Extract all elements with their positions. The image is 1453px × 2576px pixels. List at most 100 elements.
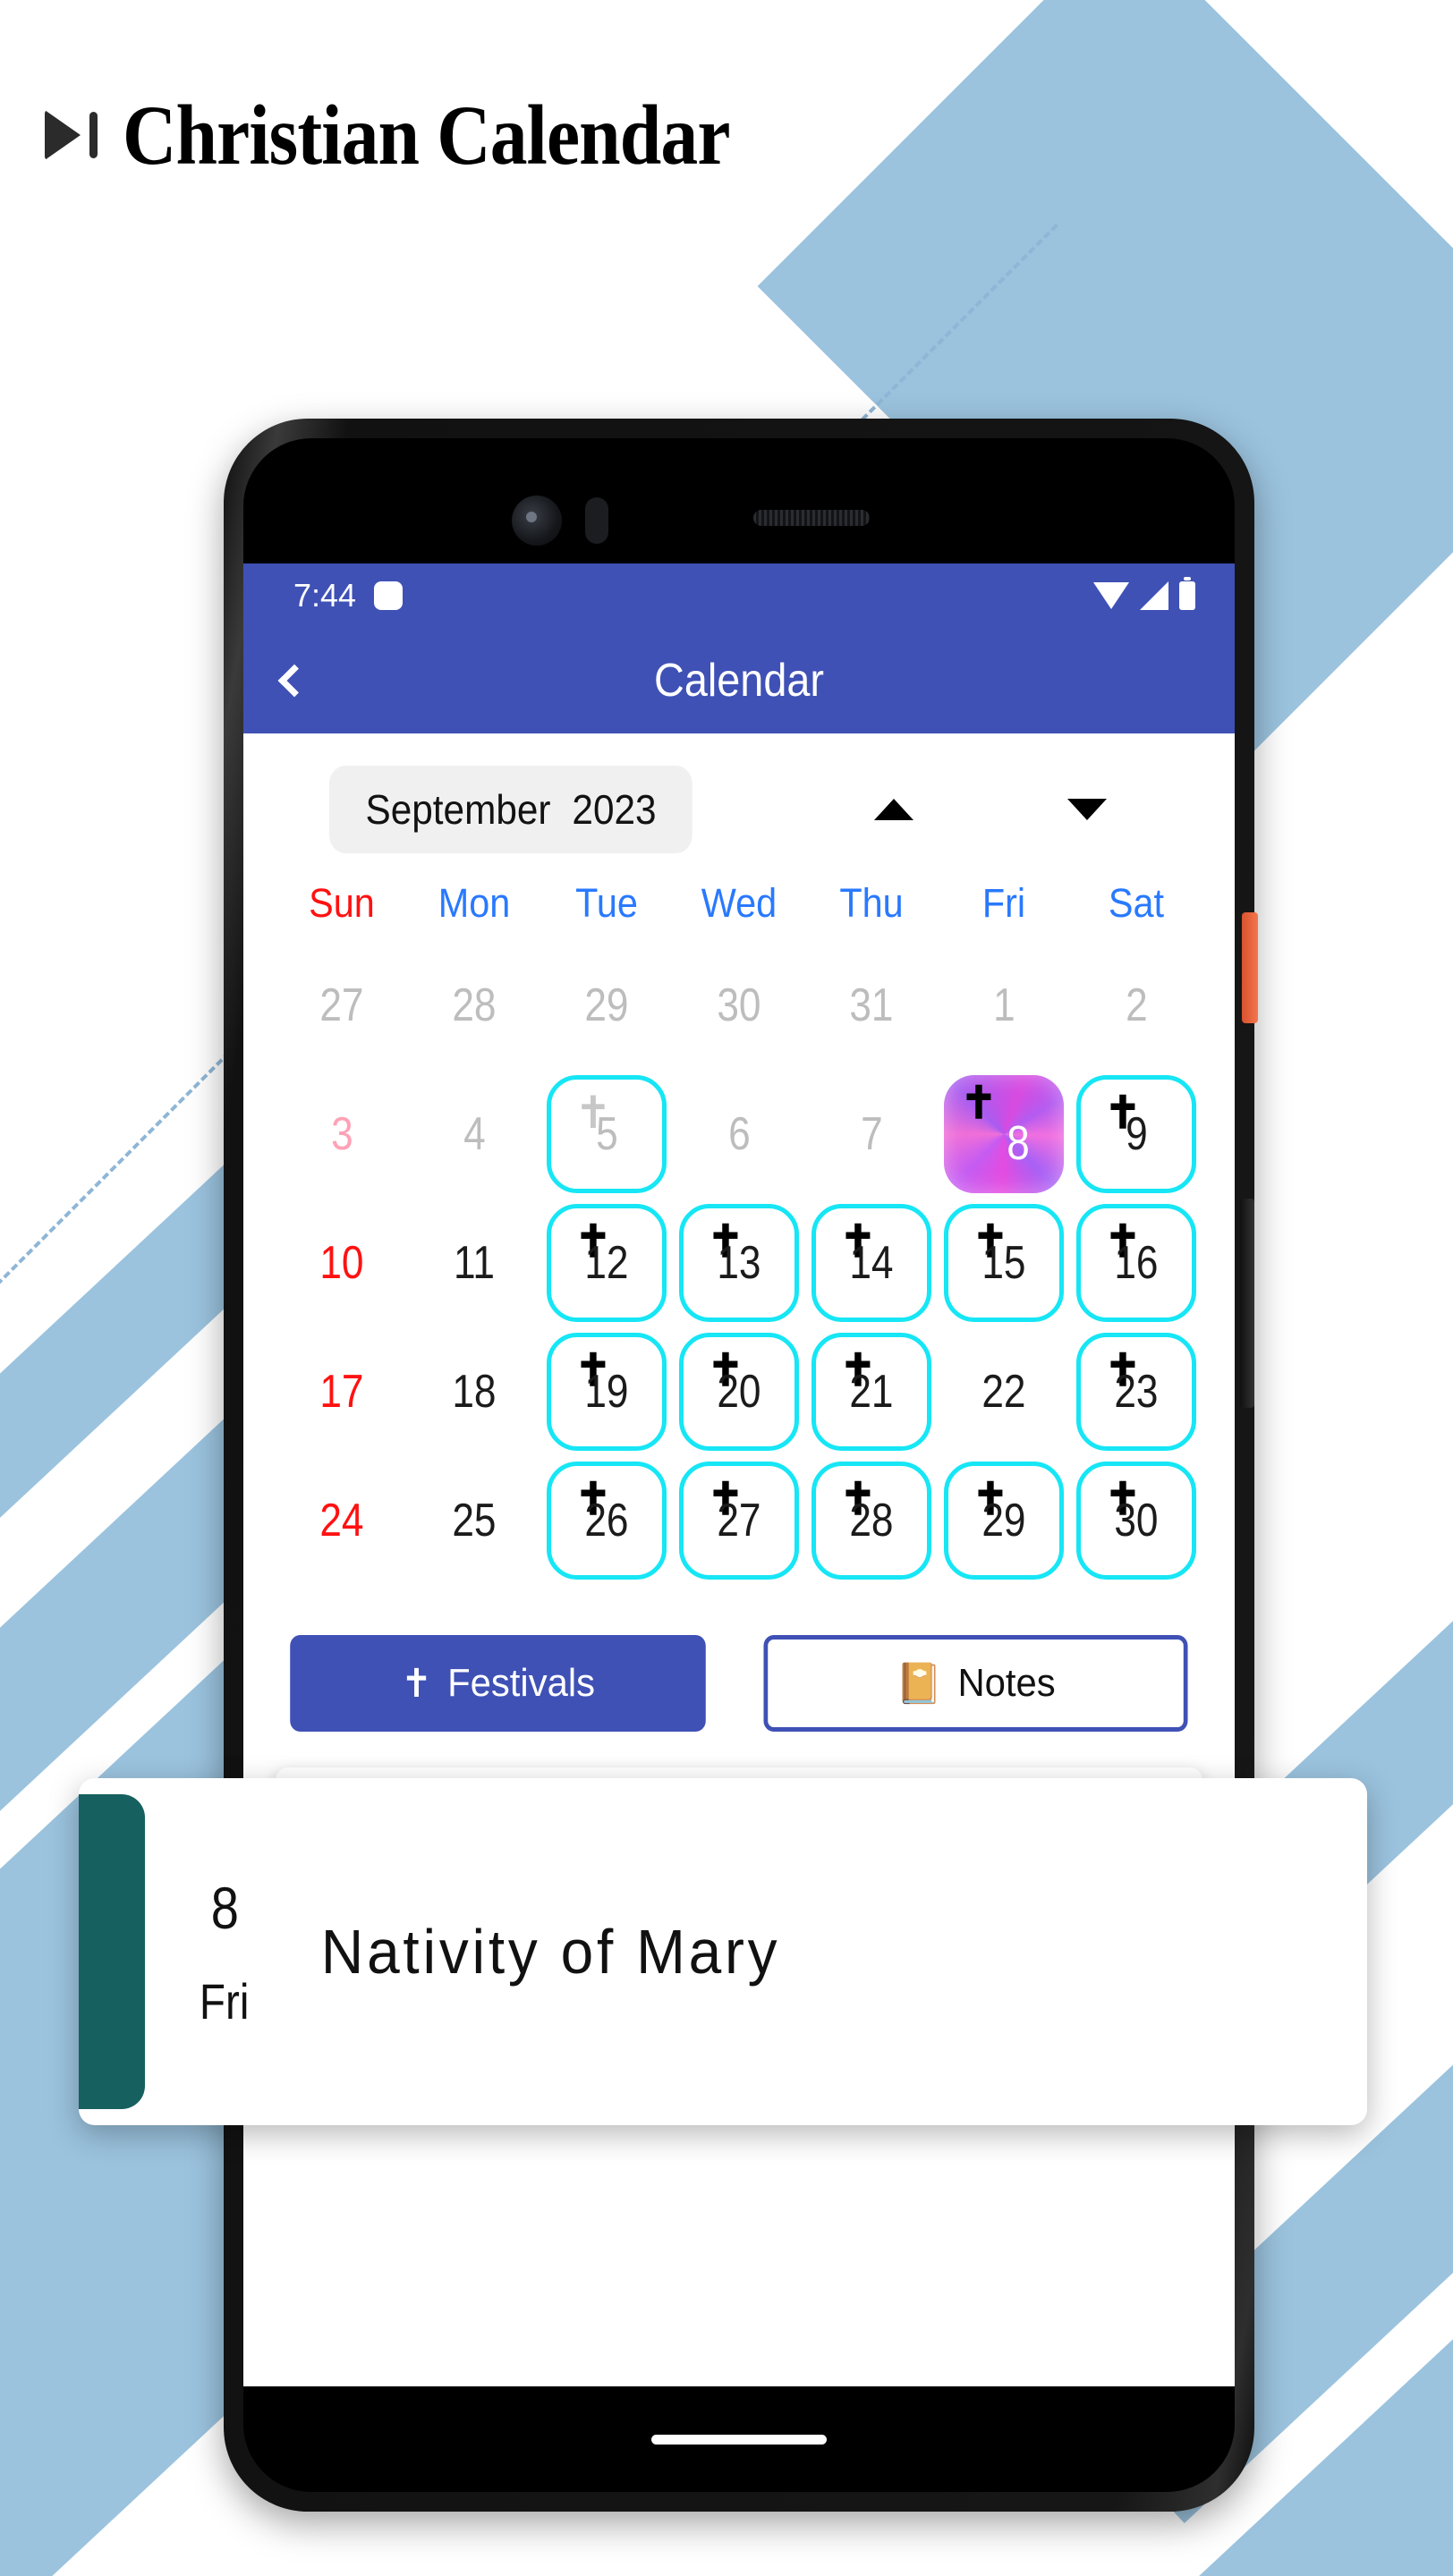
day-cell[interactable]: ✝ 19 bbox=[547, 1333, 667, 1451]
calendar-cell[interactable]: ✝ 21 bbox=[805, 1327, 938, 1456]
day-cell[interactable]: 3 bbox=[282, 1075, 402, 1193]
month-label: September bbox=[365, 786, 551, 833]
tab-label: Festivals bbox=[447, 1661, 596, 1705]
cellular-signal-icon bbox=[1140, 581, 1168, 610]
day-number: 29 bbox=[981, 1495, 1026, 1546]
gesture-bar[interactable] bbox=[651, 2434, 827, 2445]
calendar-cell[interactable]: ✝ 26 bbox=[540, 1456, 673, 1585]
tab-notes[interactable]: 📔 Notes bbox=[763, 1635, 1188, 1732]
calendar-cell[interactable]: 18 bbox=[408, 1327, 540, 1456]
month-year-pill[interactable]: September 2023 bbox=[329, 766, 693, 853]
calendar-cell[interactable]: 10 bbox=[276, 1199, 408, 1327]
calendar-cell[interactable]: ✝ 28 bbox=[805, 1456, 938, 1585]
day-cell[interactable]: 6 bbox=[679, 1075, 799, 1193]
calendar-cell[interactable]: ✝ 29 bbox=[938, 1456, 1070, 1585]
calendar-cell[interactable]: 3 bbox=[276, 1070, 408, 1199]
day-cell[interactable]: 22 bbox=[944, 1333, 1064, 1451]
calendar-cell[interactable]: ✝ 13 bbox=[673, 1199, 805, 1327]
day-cell[interactable]: ✝ 26 bbox=[547, 1462, 667, 1580]
day-cell[interactable]: 1 bbox=[944, 946, 1064, 1064]
day-cell[interactable]: ✝ 16 bbox=[1076, 1204, 1196, 1322]
day-cell[interactable]: ✝ 29 bbox=[944, 1462, 1064, 1580]
calendar-cell[interactable]: ✝ 9 bbox=[1070, 1070, 1202, 1199]
day-cell[interactable]: 2 bbox=[1076, 946, 1196, 1064]
day-cell[interactable]: 11 bbox=[414, 1204, 534, 1322]
day-cell[interactable]: ✝ 23 bbox=[1076, 1333, 1196, 1451]
day-cell[interactable]: ✝ 21 bbox=[811, 1333, 931, 1451]
day-cell[interactable]: ✝ 27 bbox=[679, 1462, 799, 1580]
day-cell[interactable]: ✝ 20 bbox=[679, 1333, 799, 1451]
calendar-cell[interactable]: 4 bbox=[408, 1070, 540, 1199]
calendar-cell[interactable]: ✝ 12 bbox=[540, 1199, 673, 1327]
calendar-cell[interactable]: 22 bbox=[938, 1327, 1070, 1456]
calendar-cell[interactable]: 30 bbox=[673, 941, 805, 1070]
calendar-cell[interactable]: ✝ 14 bbox=[805, 1199, 938, 1327]
calendar-cell[interactable]: ✝ 30 bbox=[1070, 1456, 1202, 1585]
day-cell[interactable]: ✝ 9 bbox=[1076, 1075, 1196, 1193]
calendar-cell[interactable]: ✝ 15 bbox=[938, 1199, 1070, 1327]
calendar-cell[interactable]: ✝ 5 bbox=[540, 1070, 673, 1199]
calendar-cell[interactable]: 29 bbox=[540, 941, 673, 1070]
calendar-cell[interactable]: 6 bbox=[673, 1070, 805, 1199]
day-cell[interactable]: 29 bbox=[547, 946, 667, 1064]
calendar-cell[interactable]: 28 bbox=[408, 941, 540, 1070]
event-date-block: 8 Fri bbox=[145, 1778, 304, 2125]
calendar-cell[interactable]: 17 bbox=[276, 1327, 408, 1456]
day-number: 31 bbox=[849, 979, 894, 1031]
day-cell[interactable]: 18 bbox=[414, 1333, 534, 1451]
calendar-cell[interactable]: 1 bbox=[938, 941, 1070, 1070]
day-number: 14 bbox=[849, 1237, 894, 1289]
day-cell[interactable]: 27 bbox=[282, 946, 402, 1064]
day-number: 30 bbox=[1114, 1495, 1159, 1546]
arrow-up-icon[interactable] bbox=[874, 799, 914, 820]
phone-mockup: 7:44 Calendar September 2023 Sun Mon Tue… bbox=[224, 419, 1254, 2512]
selected-day[interactable]: ✝ 8 bbox=[944, 1075, 1064, 1193]
calendar-cell[interactable]: 7 bbox=[805, 1070, 938, 1199]
day-cell[interactable]: 10 bbox=[282, 1204, 402, 1322]
arrow-down-icon[interactable] bbox=[1067, 799, 1108, 820]
day-cell[interactable]: ✝ 5 bbox=[547, 1075, 667, 1193]
day-cell[interactable]: 7 bbox=[811, 1075, 931, 1193]
day-number: 27 bbox=[717, 1495, 761, 1546]
day-cell[interactable]: ✝ 14 bbox=[811, 1204, 931, 1322]
calendar-cell[interactable]: ✝ 19 bbox=[540, 1327, 673, 1456]
tab-bar: ✝ Festivals 📔 Notes bbox=[243, 1585, 1235, 1732]
calendar-cell[interactable]: ✝ 8 bbox=[938, 1070, 1070, 1199]
day-cell[interactable]: 25 bbox=[414, 1462, 534, 1580]
day-cell[interactable]: ✝ 13 bbox=[679, 1204, 799, 1322]
calendar-cell[interactable]: ✝ 20 bbox=[673, 1327, 805, 1456]
day-cell[interactable]: 30 bbox=[679, 946, 799, 1064]
calendar-cell[interactable]: 25 bbox=[408, 1456, 540, 1585]
day-cell[interactable]: ✝ 30 bbox=[1076, 1462, 1196, 1580]
proximity-sensor-icon bbox=[585, 497, 608, 544]
calendar-cell[interactable]: ✝ 16 bbox=[1070, 1199, 1202, 1327]
calendar-cell[interactable]: 2 bbox=[1070, 941, 1202, 1070]
battery-icon bbox=[1179, 577, 1195, 610]
highlighted-event-card[interactable]: 8 Fri Nativity of Mary bbox=[79, 1778, 1367, 2125]
calendar-cell[interactable]: ✝ 27 bbox=[673, 1456, 805, 1585]
tab-festivals[interactable]: ✝ Festivals bbox=[290, 1635, 706, 1732]
day-number: 2 bbox=[1125, 979, 1148, 1031]
navigation-bar bbox=[243, 2386, 1235, 2492]
day-cell[interactable]: 28 bbox=[414, 946, 534, 1064]
calendar-cell[interactable]: 31 bbox=[805, 941, 938, 1070]
status-time: 7:44 bbox=[293, 577, 357, 614]
day-number: 8 bbox=[1007, 1116, 1030, 1170]
calendar-cell[interactable]: 24 bbox=[276, 1456, 408, 1585]
day-number: 1 bbox=[992, 979, 1015, 1031]
day-number: 19 bbox=[584, 1366, 629, 1418]
calendar-cell[interactable]: ✝ 23 bbox=[1070, 1327, 1202, 1456]
day-cell[interactable]: 4 bbox=[414, 1075, 534, 1193]
day-cell[interactable]: ✝ 12 bbox=[547, 1204, 667, 1322]
power-button[interactable] bbox=[1242, 912, 1258, 1023]
volume-button[interactable] bbox=[1240, 1199, 1254, 1408]
calendar-cell[interactable]: 27 bbox=[276, 941, 408, 1070]
day-cell[interactable]: ✝ 15 bbox=[944, 1204, 1064, 1322]
day-cell[interactable]: 31 bbox=[811, 946, 931, 1064]
day-cell[interactable]: 17 bbox=[282, 1333, 402, 1451]
calendar-cell[interactable]: 11 bbox=[408, 1199, 540, 1327]
day-cell[interactable]: ✝ 28 bbox=[811, 1462, 931, 1580]
weekday-header: Sun Mon Tue Wed Thu Fri Sat bbox=[243, 866, 1235, 932]
day-cell[interactable]: 24 bbox=[282, 1462, 402, 1580]
status-bar: 7:44 bbox=[243, 564, 1235, 628]
